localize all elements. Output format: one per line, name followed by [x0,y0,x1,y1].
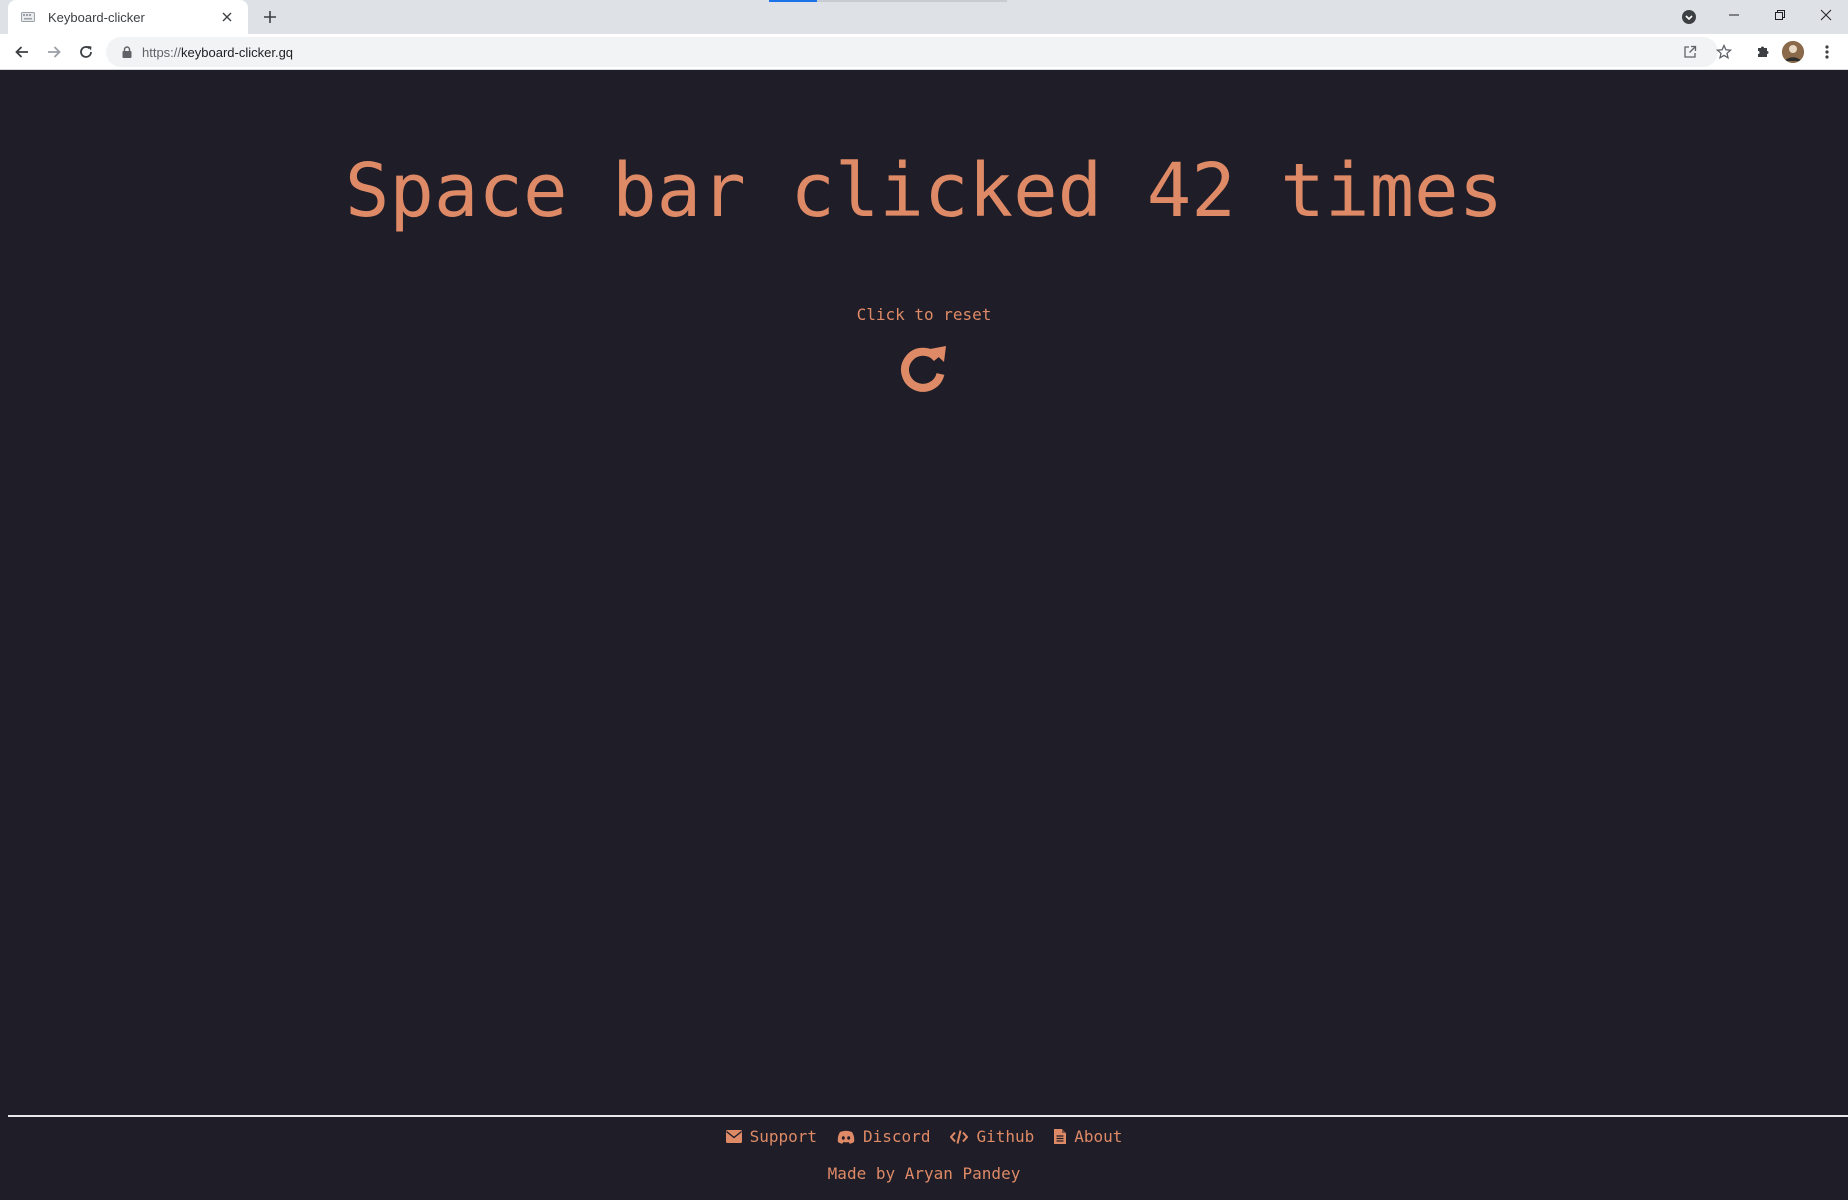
document-icon [1054,1129,1067,1144]
restore-icon[interactable] [1757,0,1803,30]
footer-divider [8,1115,1848,1117]
discord-icon [837,1130,855,1144]
lock-icon[interactable] [120,45,134,59]
bookmark-star-icon[interactable] [1713,41,1735,63]
browser-menu-icon[interactable] [1816,41,1838,63]
minimize-icon[interactable] [1711,0,1757,30]
close-window-icon[interactable] [1803,0,1848,30]
back-icon[interactable] [8,38,36,66]
address-bar[interactable]: https://keyboard-clicker.gq [106,37,1718,67]
loading-track [817,0,1007,2]
footer-link-support[interactable]: Support [725,1127,818,1146]
browser-tab[interactable]: Keyboard-clicker [8,0,248,34]
browser-toolbar: https://keyboard-clicker.gq [0,34,1848,70]
click-counter-heading: Space bar clicked 42 times [344,148,1504,234]
reload-icon[interactable] [72,38,100,66]
new-tab-icon[interactable] [258,5,282,29]
footer-link-label: Github [976,1127,1035,1146]
url-text[interactable]: https://keyboard-clicker.gq [142,45,293,60]
code-icon [950,1129,969,1144]
author-credit: Made by Aryan Pandey [827,1164,1021,1183]
tab-strip: Keyboard-clicker [0,0,1848,34]
url-host: keyboard-clicker.gq [181,44,294,60]
footer-link-label: Discord [863,1127,931,1146]
forward-icon[interactable] [40,38,68,66]
footer-link-about[interactable]: About [1054,1127,1122,1146]
footer-link-github[interactable]: Github [950,1127,1034,1146]
tab-search-icon[interactable] [1678,6,1700,28]
footer-link-label: About [1074,1127,1123,1146]
loading-indicator [769,0,817,2]
share-icon[interactable] [1679,41,1701,63]
envelope-icon [725,1130,742,1143]
footer-link-label: Support [749,1127,818,1146]
extensions-icon[interactable] [1752,41,1774,63]
footer-links: Support Discord Github About [0,1127,1848,1146]
keyboard-favicon-icon [20,9,36,25]
close-tab-icon[interactable] [218,8,236,26]
page-content: Space bar clicked 42 times Click to rese… [0,71,1848,1200]
profile-avatar[interactable] [1782,41,1804,63]
tab-title: Keyboard-clicker [48,9,145,25]
reset-label: Click to reset [856,305,992,324]
footer-link-discord[interactable]: Discord [837,1127,930,1146]
url-scheme: https:// [142,44,182,60]
reset-redo-icon[interactable] [898,341,950,393]
